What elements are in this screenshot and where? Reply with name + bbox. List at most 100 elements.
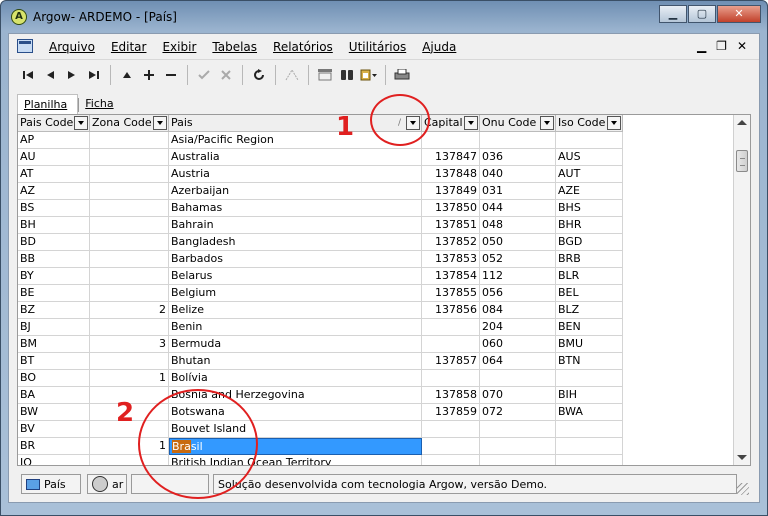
table-cell[interactable]: BO (18, 370, 90, 387)
table-cell[interactable] (90, 149, 169, 166)
table-cell[interactable]: AUS (556, 149, 623, 166)
table-cell[interactable] (90, 132, 169, 149)
table-cell[interactable]: 064 (480, 353, 556, 370)
table-cell[interactable]: 040 (480, 166, 556, 183)
scroll-down-icon[interactable] (737, 455, 747, 460)
table-cell[interactable] (422, 370, 480, 387)
table-cell[interactable]: BIH (556, 387, 623, 404)
table-cell[interactable]: AT (18, 166, 90, 183)
table-cell[interactable] (422, 438, 480, 455)
table-cell[interactable] (480, 370, 556, 387)
table-cell[interactable] (90, 353, 169, 370)
scroll-thumb[interactable] (736, 150, 748, 172)
tab-planilha[interactable]: Planilha (17, 94, 79, 116)
insert-record-icon[interactable] (116, 65, 138, 85)
table-row[interactable]: IO British Indian Ocean Territory (18, 455, 623, 465)
table-cell[interactable]: BHR (556, 217, 623, 234)
table-cell[interactable] (422, 421, 480, 438)
table-cell[interactable] (422, 319, 480, 336)
table-cell[interactable]: 137849 (422, 183, 480, 200)
table-cell[interactable]: BT (18, 353, 90, 370)
table-cell[interactable]: BB (18, 251, 90, 268)
table-row[interactable]: BV Bouvet Island (18, 421, 623, 438)
menu-utilitarios[interactable]: Utilitários (349, 40, 406, 54)
table-cell[interactable] (90, 200, 169, 217)
scroll-up-icon[interactable] (737, 120, 747, 125)
next-record-icon[interactable] (61, 65, 83, 85)
table-cell[interactable]: 050 (480, 234, 556, 251)
table-cell[interactable] (90, 285, 169, 302)
table-cell[interactable]: 137853 (422, 251, 480, 268)
table-cell[interactable]: 1 (90, 370, 169, 387)
table-cell[interactable]: BRB (556, 251, 623, 268)
table-cell[interactable]: BJ (18, 319, 90, 336)
refresh-icon[interactable] (248, 65, 270, 85)
table-cell[interactable]: Belgium (169, 285, 422, 302)
mdi-restore-button[interactable]: ❐ (716, 39, 727, 53)
table-cell[interactable]: Belarus (169, 268, 422, 285)
table-cell[interactable]: BLR (556, 268, 623, 285)
table-cell[interactable]: Bangladesh (169, 234, 422, 251)
table-cell[interactable]: BMU (556, 336, 623, 353)
print-icon[interactable] (391, 65, 413, 85)
table-cell[interactable]: AUT (556, 166, 623, 183)
table-cell[interactable]: 2 (90, 302, 169, 319)
column-header-zona-code[interactable]: Zona Code (90, 115, 169, 131)
table-cell[interactable]: 137857 (422, 353, 480, 370)
binoculars-icon[interactable] (336, 65, 358, 85)
table-row[interactable]: BT Bhutan 137857 064 BTN (18, 353, 623, 370)
column-dropdown-icon[interactable] (540, 116, 554, 130)
menu-ajuda[interactable]: Ajuda (422, 40, 456, 54)
menu-tabelas[interactable]: Tabelas (212, 40, 257, 54)
table-row[interactable]: BO 1 Bolívia (18, 370, 623, 387)
table-cell[interactable]: BTN (556, 353, 623, 370)
cancel-record-icon[interactable] (215, 65, 237, 85)
table-cell[interactable]: Benin (169, 319, 422, 336)
table-row[interactable]: BS Bahamas 137850 044 BHS (18, 200, 623, 217)
table-cell[interactable]: BWA (556, 404, 623, 421)
tab-ficha[interactable]: Ficha (79, 94, 123, 116)
table-cell[interactable]: Belize (169, 302, 422, 319)
vertical-scrollbar[interactable] (733, 115, 750, 465)
table-cell[interactable]: BV (18, 421, 90, 438)
table-cell[interactable]: 137854 (422, 268, 480, 285)
table-cell[interactable] (90, 217, 169, 234)
table-cell[interactable] (556, 132, 623, 149)
table-cell[interactable]: IO (18, 455, 90, 465)
table-cell[interactable]: BE (18, 285, 90, 302)
table-cell[interactable] (90, 251, 169, 268)
table-cell[interactable]: BEN (556, 319, 623, 336)
table-cell[interactable] (422, 455, 480, 465)
table-cell[interactable] (556, 370, 623, 387)
first-record-icon[interactable] (17, 65, 39, 85)
table-cell[interactable]: Bolívia (169, 370, 422, 387)
table-cell[interactable]: 060 (480, 336, 556, 353)
table-row[interactable]: BZ 2 Belize 137856 084 BLZ (18, 302, 623, 319)
table-cell[interactable]: BH (18, 217, 90, 234)
resize-grip-icon[interactable] (737, 483, 749, 495)
table-cell[interactable]: Azerbaijan (169, 183, 422, 200)
table-cell[interactable]: AZ (18, 183, 90, 200)
table-cell[interactable]: 044 (480, 200, 556, 217)
table-cell[interactable]: 137858 (422, 387, 480, 404)
table-cell[interactable]: 137848 (422, 166, 480, 183)
table-cell[interactable] (556, 421, 623, 438)
filter-icon[interactable] (281, 65, 303, 85)
menu-editar[interactable]: Editar (111, 40, 147, 54)
table-cell[interactable]: 048 (480, 217, 556, 234)
table-cell[interactable]: BW (18, 404, 90, 421)
table-cell[interactable]: BHS (556, 200, 623, 217)
menu-arquivo[interactable]: Arquivo (49, 40, 95, 54)
table-cell[interactable]: 052 (480, 251, 556, 268)
table-cell[interactable]: BGD (556, 234, 623, 251)
table-cell[interactable]: Bahamas (169, 200, 422, 217)
table-cell[interactable] (480, 438, 556, 455)
table-row[interactable]: BW Botswana 137859 072 BWA (18, 404, 623, 421)
post-record-icon[interactable] (193, 65, 215, 85)
table-cell[interactable]: 036 (480, 149, 556, 166)
table-cell[interactable]: 070 (480, 387, 556, 404)
table-cell[interactable]: 137859 (422, 404, 480, 421)
table-cell[interactable]: Australia (169, 149, 422, 166)
table-cell[interactable]: 137851 (422, 217, 480, 234)
table-cell[interactable]: BR (18, 438, 90, 455)
